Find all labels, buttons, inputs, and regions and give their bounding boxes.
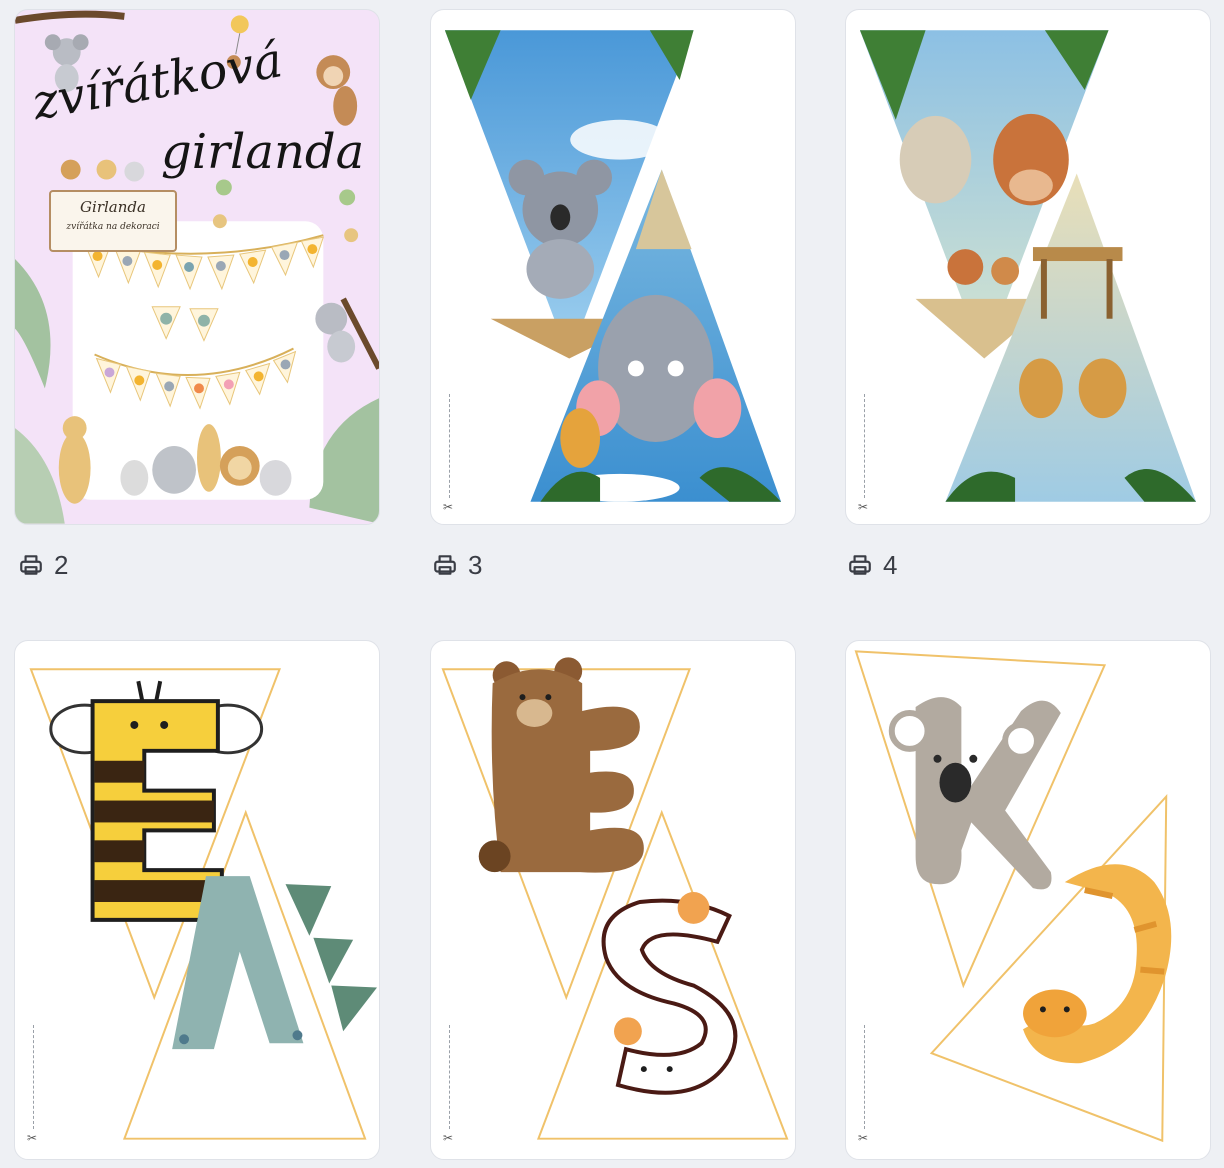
cover-title-line2: girlanda <box>161 124 365 180</box>
page-thumbnail-letters-e-s[interactable]: ✂ <box>430 640 796 1160</box>
printer-icon[interactable] <box>432 552 458 578</box>
scissors-icon: ✂ <box>858 1131 869 1145</box>
cover-sign-subtitle: zvířátka na dekoraci <box>66 222 160 232</box>
page-thumbnail-letters-k-j[interactable]: ✂ <box>845 640 1211 1160</box>
printer-icon[interactable] <box>18 552 44 578</box>
page-number: 3 <box>468 549 483 580</box>
scissors-icon: ✂ <box>443 1131 454 1145</box>
page-label-2: 2 <box>18 549 68 581</box>
scissors-icon: ✂ <box>27 1131 38 1145</box>
jungle-triangles-illustration <box>444 30 782 502</box>
scissors-icon: ✂ <box>443 500 454 514</box>
monkey-illustration <box>316 55 358 126</box>
cut-line <box>449 1025 450 1129</box>
page-label-4: 4 <box>847 549 897 581</box>
page-thumbnail-2[interactable]: zvířátková girlanda Girlanda zvířátka na… <box>14 9 380 525</box>
letter-bunting-illustration <box>854 650 1172 1143</box>
letter-bunting-illustration <box>29 668 378 1140</box>
page-number: 4 <box>883 549 898 580</box>
page-thumbnail-3[interactable]: ✂ <box>430 9 796 525</box>
page-thumbnail-letters-e-n[interactable]: ✂ <box>14 640 380 1160</box>
page-number: 2 <box>54 549 69 580</box>
cut-line <box>449 394 450 498</box>
printer-icon[interactable] <box>847 552 873 578</box>
letter-bunting-illustration <box>441 657 789 1140</box>
jungle-triangles-illustration <box>859 30 1197 502</box>
page-label-3: 3 <box>432 549 482 581</box>
scissors-icon: ✂ <box>858 500 869 514</box>
cover-sign: Girlanda zvířátka na dekoraci <box>49 190 177 252</box>
cut-line <box>864 394 865 498</box>
cut-line <box>33 1025 34 1129</box>
page-thumbnail-4[interactable]: ✂ <box>845 9 1211 525</box>
cut-line <box>864 1025 865 1129</box>
cover-sign-title: Girlanda <box>80 198 146 216</box>
